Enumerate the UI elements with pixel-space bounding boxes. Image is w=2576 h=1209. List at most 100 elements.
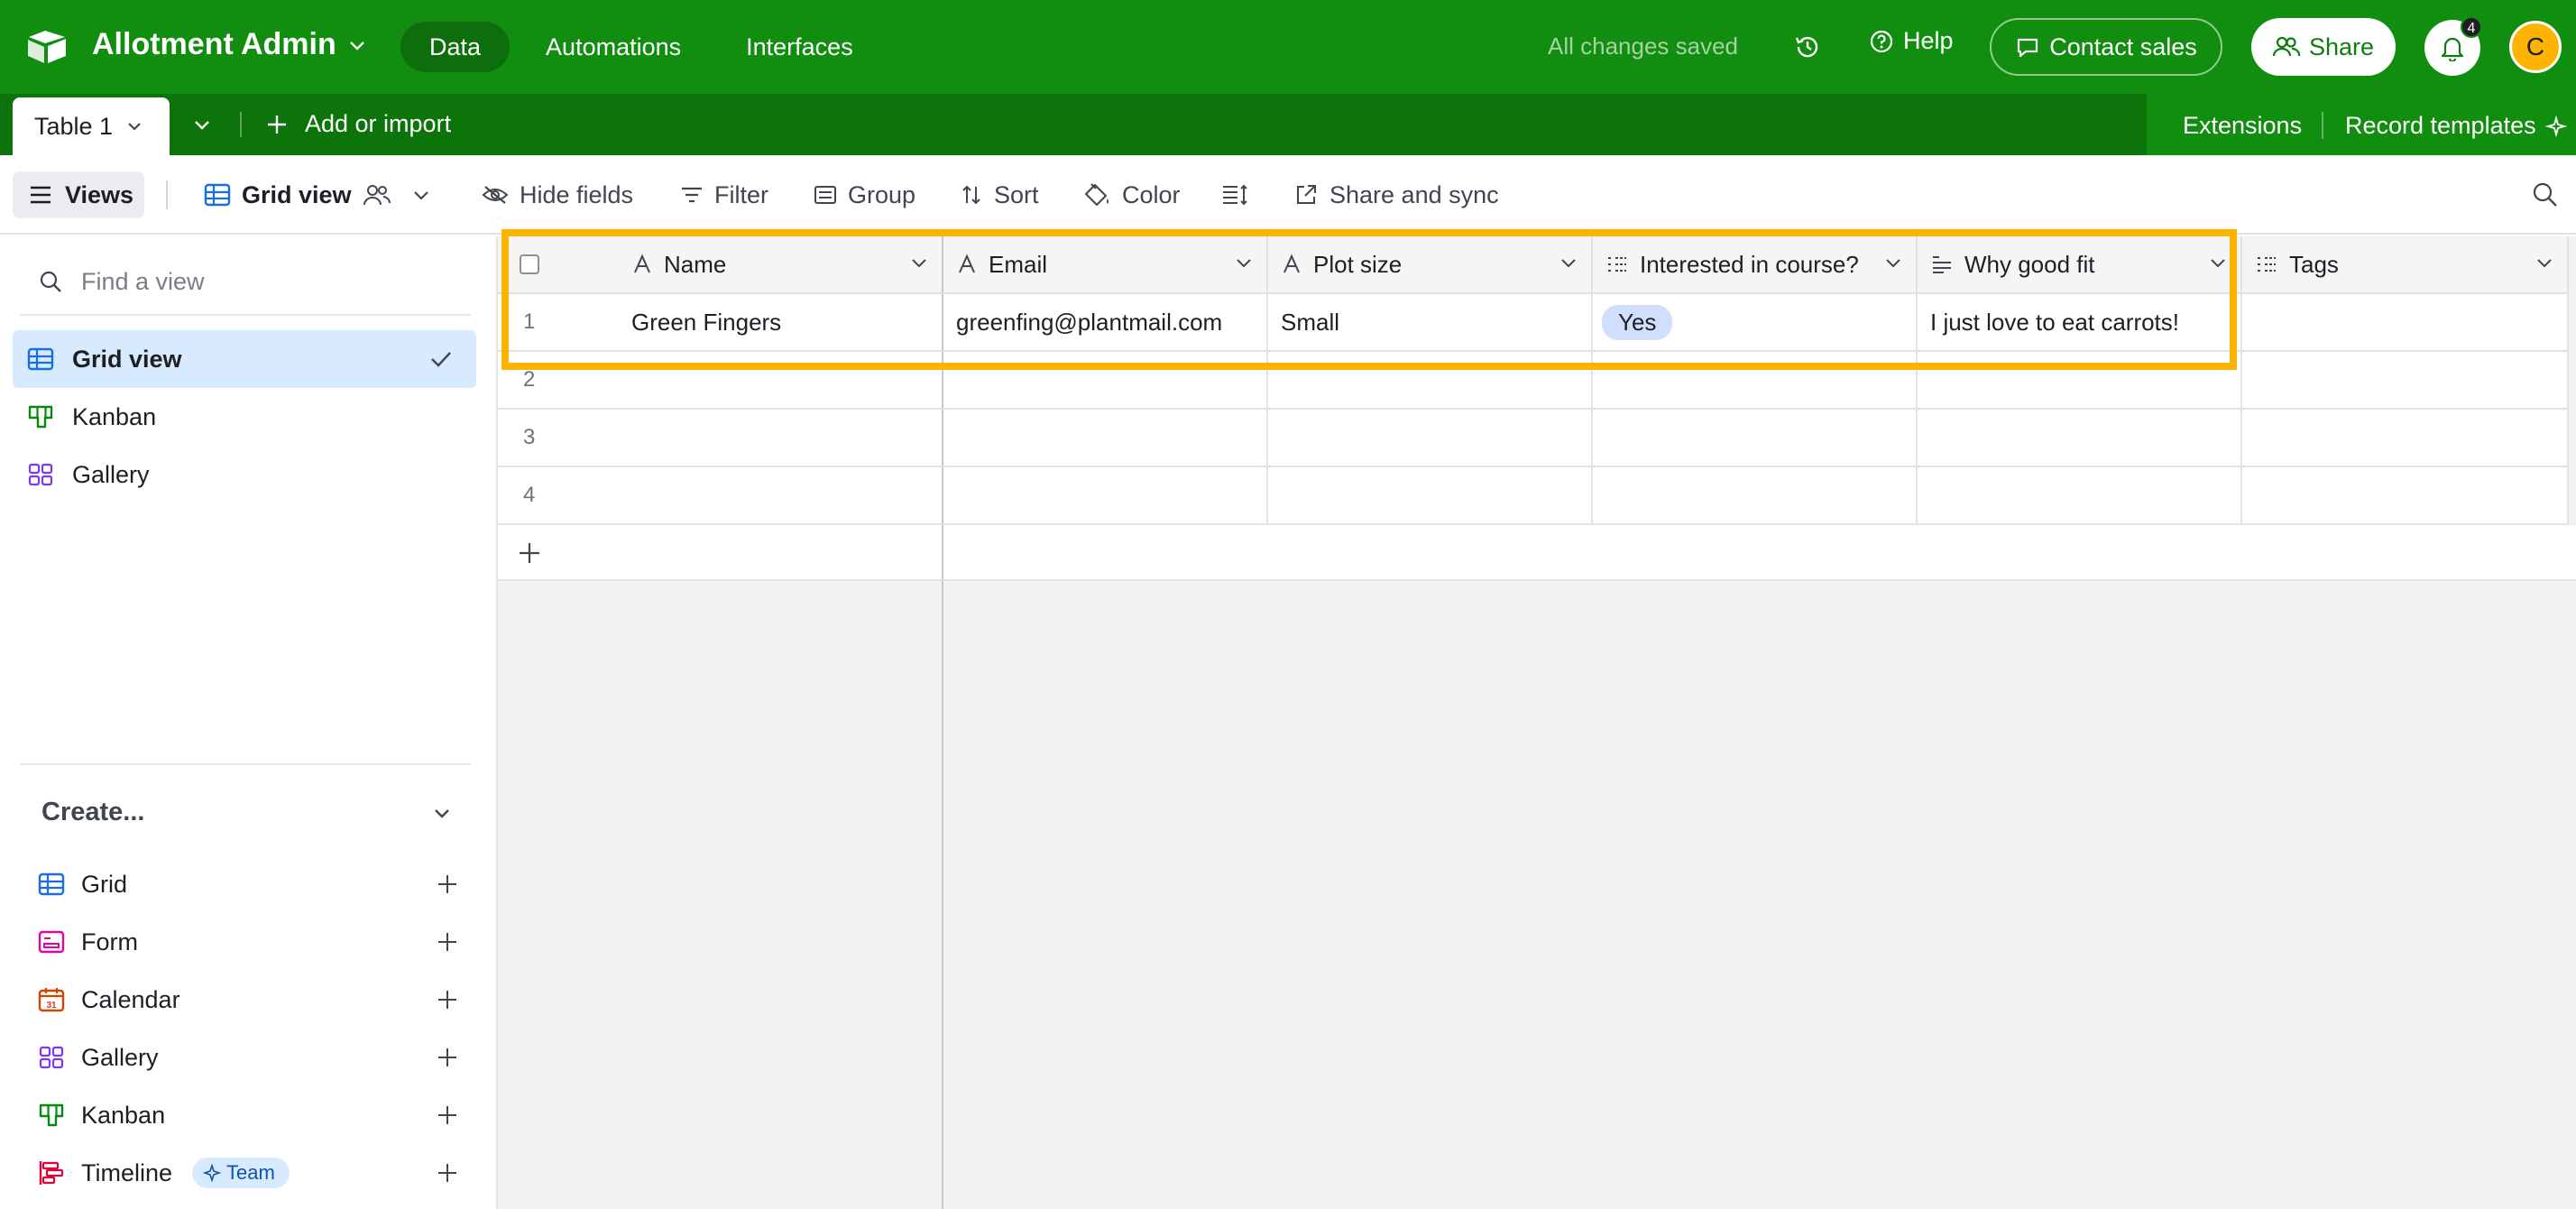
column-header-why-good-fit[interactable]: Why good fit (1918, 236, 2242, 294)
add-record-button[interactable] (498, 525, 943, 581)
extensions-button[interactable]: Extensions (2183, 112, 2302, 140)
create-calendar-view[interactable]: 31 Calendar (38, 971, 462, 1029)
empty-cell[interactable] (1268, 410, 1593, 467)
create-section-toggle[interactable]: Create... (41, 798, 453, 827)
divider (20, 314, 471, 316)
contact-sales-button[interactable]: Contact sales (1990, 18, 2222, 76)
chevron-down-icon[interactable] (909, 253, 929, 272)
record-templates-label: Record templates (2345, 112, 2536, 139)
empty-cell[interactable] (1268, 352, 1593, 410)
table-row[interactable]: 2 (498, 352, 943, 410)
add-record-row[interactable] (943, 525, 2576, 581)
empty-cell[interactable] (1918, 467, 2242, 525)
empty-cell[interactable] (1268, 467, 1593, 525)
create-item-label: Gallery (81, 1043, 159, 1071)
empty-cell[interactable] (2242, 352, 2569, 410)
share-button[interactable]: Share (2251, 18, 2396, 76)
create-label: Create... (41, 798, 145, 826)
empty-cell[interactable] (943, 467, 1268, 525)
all-tables-chevron-icon[interactable] (189, 112, 215, 137)
text-field-icon (631, 254, 653, 275)
plus-icon[interactable] (437, 1162, 458, 1184)
empty-cell[interactable] (1593, 410, 1918, 467)
plus-icon[interactable] (437, 931, 458, 953)
notifications-button[interactable]: 4 (2424, 16, 2482, 76)
row-height-button[interactable] (1221, 173, 1248, 217)
avatar[interactable]: C (2509, 21, 2562, 73)
create-grid-view[interactable]: Grid (38, 855, 462, 913)
hide-fields-button[interactable]: Hide fields (482, 173, 633, 217)
empty-cell[interactable] (1918, 352, 2242, 410)
column-header-plot-size[interactable]: Plot size (1268, 236, 1593, 294)
chevron-down-icon[interactable] (2208, 253, 2228, 272)
create-kanban-view[interactable]: Kanban (38, 1086, 462, 1144)
nav-interfaces[interactable]: Interfaces (717, 22, 882, 72)
table-row[interactable]: 1 Green Fingers (498, 294, 943, 352)
create-form-view[interactable]: Form (38, 913, 462, 971)
cell-why-good-fit[interactable]: I just love to eat carrots! (1918, 294, 2242, 352)
column-header-name[interactable]: Name (498, 236, 943, 294)
cell-tags[interactable] (2242, 294, 2569, 352)
column-label: Plot size (1313, 250, 1403, 278)
cell-name[interactable]: Green Fingers (631, 309, 781, 337)
view-toolbar: Views Grid view Hide fields Filter Group (0, 155, 2576, 235)
sidebar-view-gallery[interactable]: Gallery (13, 446, 476, 503)
column-header-email[interactable]: Email (943, 236, 1268, 294)
empty-cell[interactable] (1593, 467, 1918, 525)
plus-icon[interactable] (437, 873, 458, 895)
sidebar-view-grid[interactable]: Grid view (13, 330, 476, 388)
sidebar-view-kanban[interactable]: Kanban (13, 388, 476, 446)
empty-cell[interactable] (2242, 467, 2569, 525)
share-label: Share (2308, 32, 2375, 60)
plus-icon[interactable] (437, 1047, 458, 1068)
cell-plot-size[interactable]: Small (1268, 294, 1593, 352)
chevron-down-icon[interactable] (2535, 253, 2554, 272)
plus-icon[interactable] (437, 989, 458, 1011)
create-gallery-view[interactable]: Gallery (38, 1029, 462, 1086)
svg-text:31: 31 (46, 1001, 57, 1011)
users-icon (2272, 35, 2300, 59)
empty-cell[interactable] (943, 352, 1268, 410)
plus-icon (265, 113, 289, 136)
help-button[interactable]: Help (1869, 27, 1954, 55)
current-view-menu[interactable]: Grid view (204, 173, 431, 217)
row-number: 4 (523, 483, 536, 507)
share-and-sync-button[interactable]: Share and sync (1293, 173, 1499, 217)
plus-icon[interactable] (437, 1104, 458, 1126)
empty-cell[interactable] (1593, 352, 1918, 410)
empty-cell[interactable] (2242, 410, 2569, 467)
text-field-icon (956, 254, 978, 275)
sort-icon (960, 183, 983, 207)
nav-automations[interactable]: Automations (517, 22, 710, 72)
base-name-menu[interactable]: Allotment Admin (92, 27, 367, 62)
add-or-import-button[interactable]: Add or import (265, 110, 451, 138)
group-button[interactable]: Group (814, 173, 915, 217)
filter-button[interactable]: Filter (680, 173, 768, 217)
create-item-label: Timeline (81, 1158, 173, 1186)
sort-button[interactable]: Sort (960, 173, 1039, 217)
chevron-down-icon[interactable] (1234, 253, 1254, 272)
create-timeline-view[interactable]: Timeline Team (38, 1144, 462, 1202)
chevron-down-icon[interactable] (1559, 253, 1578, 272)
chevron-down-icon[interactable] (1883, 253, 1903, 272)
table-row[interactable]: 4 (498, 467, 943, 525)
views-toggle-button[interactable]: Views (13, 171, 144, 218)
airtable-logo-icon[interactable] (25, 29, 69, 65)
color-button[interactable]: Color (1084, 173, 1181, 217)
cell-interested[interactable]: Yes (1593, 294, 1918, 352)
hide-fields-label: Hide fields (520, 180, 634, 208)
cell-email[interactable]: greenfing@plantmail.com (943, 294, 1268, 352)
tab-table-1[interactable]: Table 1 (13, 97, 170, 155)
empty-cell[interactable] (943, 410, 1268, 467)
add-or-import-label: Add or import (305, 110, 452, 137)
column-header-tags[interactable]: Tags (2242, 236, 2569, 294)
table-row[interactable]: 3 (498, 410, 943, 467)
filter-label: Filter (714, 180, 768, 208)
history-icon[interactable] (1791, 31, 1824, 63)
record-templates-button[interactable]: Record templates (2345, 112, 2567, 140)
find-view-input[interactable] (81, 267, 442, 296)
empty-cell[interactable] (1918, 410, 2242, 467)
nav-data[interactable]: Data (400, 22, 511, 72)
column-header-interested[interactable]: Interested in course? (1593, 236, 1918, 294)
search-icon[interactable] (2531, 180, 2560, 209)
